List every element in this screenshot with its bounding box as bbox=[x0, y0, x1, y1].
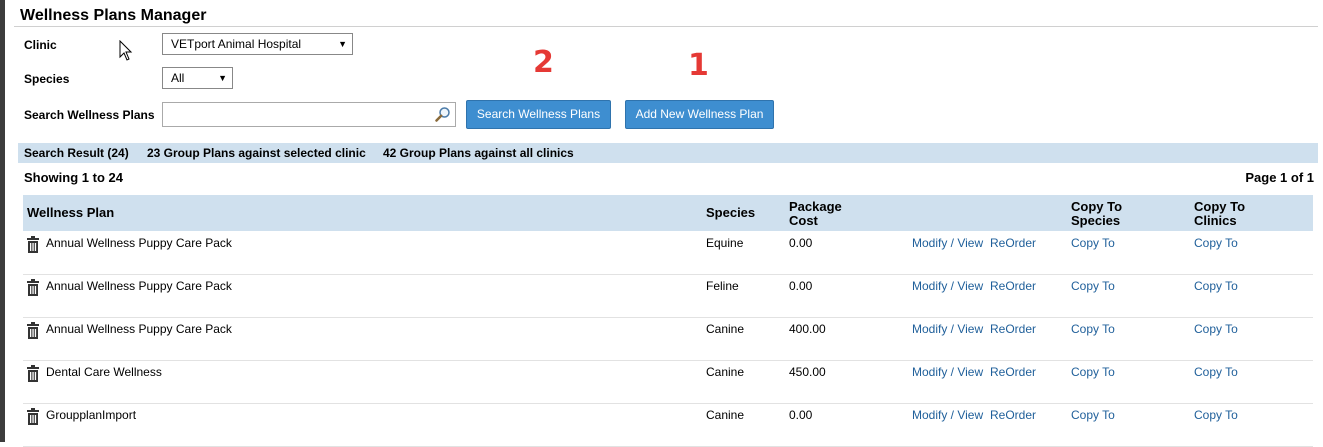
copy-to-clinics-link[interactable]: Copy To bbox=[1194, 322, 1238, 336]
header-copy-to-clinics-line1: Copy To bbox=[1194, 199, 1246, 214]
table-row: Annual Wellness Puppy Care Pack Canine 400… bbox=[23, 317, 1313, 361]
magnifier-icon[interactable] bbox=[435, 106, 451, 122]
title-divider bbox=[14, 26, 1318, 27]
modify-view-link[interactable]: Modify / View bbox=[912, 236, 983, 250]
copy-to-clinics-link[interactable]: Copy To bbox=[1194, 408, 1238, 422]
clinic-select-value: VETport Animal Hospital bbox=[171, 37, 302, 51]
header-species: Species bbox=[706, 205, 756, 220]
plan-name: Annual Wellness Puppy Care Pack bbox=[46, 322, 232, 336]
result-count: Search Result (24) bbox=[24, 146, 129, 160]
table-header: Wellness Plan Species Package Cost Copy … bbox=[23, 195, 1313, 231]
plan-cost: 0.00 bbox=[789, 236, 813, 250]
plan-name: Annual Wellness Puppy Care Pack bbox=[46, 279, 232, 293]
plan-name: Annual Wellness Puppy Care Pack bbox=[46, 236, 232, 250]
header-copy-to-clinics: Copy To Clinics bbox=[1194, 200, 1245, 228]
annotation-number: 2 bbox=[533, 45, 554, 80]
copy-to-species-link[interactable]: Copy To bbox=[1071, 322, 1115, 336]
header-package-cost-line1: Package bbox=[789, 199, 842, 214]
plan-name: Dental Care Wellness bbox=[46, 365, 162, 379]
search-wellness-plans-button[interactable]: Search Wellness Plans bbox=[466, 100, 611, 129]
trash-icon[interactable] bbox=[26, 322, 40, 339]
window-left-border bbox=[0, 0, 5, 442]
add-new-wellness-plan-button[interactable]: Add New Wellness Plan bbox=[625, 100, 774, 129]
trash-icon[interactable] bbox=[26, 236, 40, 253]
plan-cost: 0.00 bbox=[789, 408, 813, 422]
copy-to-species-link[interactable]: Copy To bbox=[1071, 279, 1115, 293]
header-package-cost-line2: Cost bbox=[789, 213, 818, 228]
header-copy-to-species-line2: Species bbox=[1071, 213, 1121, 228]
reorder-link[interactable]: ReOrder bbox=[990, 365, 1036, 379]
reorder-link[interactable]: ReOrder bbox=[990, 236, 1036, 250]
search-label: Search Wellness Plans bbox=[24, 108, 155, 122]
copy-to-clinics-link[interactable]: Copy To bbox=[1194, 279, 1238, 293]
table-row: Annual Wellness Puppy Care Pack Feline 0.0… bbox=[23, 274, 1313, 318]
table-row: GroupplanImport Canine 0.00 Modify / View Re… bbox=[23, 403, 1313, 447]
copy-to-species-link[interactable]: Copy To bbox=[1071, 236, 1115, 250]
showing-range: Showing 1 to 24 bbox=[24, 170, 123, 185]
copy-to-clinics-link[interactable]: Copy To bbox=[1194, 236, 1238, 250]
search-result-bar: Search Result (24) 23 Group Plans agains… bbox=[18, 143, 1318, 163]
trash-icon[interactable] bbox=[26, 365, 40, 382]
table-row: Annual Wellness Puppy Care Pack Equine 0.0… bbox=[23, 231, 1313, 275]
page-info: Page 1 of 1 bbox=[1245, 170, 1314, 185]
selected-clinic-count: 23 Group Plans against selected clinic bbox=[147, 146, 366, 160]
copy-to-clinics-link[interactable]: Copy To bbox=[1194, 365, 1238, 379]
plan-cost: 0.00 bbox=[789, 279, 813, 293]
copy-to-species-link[interactable]: Copy To bbox=[1071, 365, 1115, 379]
reorder-link[interactable]: ReOrder bbox=[990, 408, 1036, 422]
reorder-link[interactable]: ReOrder bbox=[990, 279, 1036, 293]
plan-species: Equine bbox=[706, 236, 744, 250]
species-label: Species bbox=[24, 72, 70, 86]
reorder-link[interactable]: ReOrder bbox=[990, 322, 1036, 336]
annotation-number: 1 bbox=[688, 48, 709, 83]
trash-icon[interactable] bbox=[26, 408, 40, 425]
header-copy-to-species: Copy To Species bbox=[1071, 200, 1122, 228]
header-package-cost: Package Cost bbox=[789, 200, 842, 228]
modify-view-link[interactable]: Modify / View bbox=[912, 322, 983, 336]
chevron-down-icon: ▼ bbox=[338, 39, 347, 49]
plan-species: Feline bbox=[706, 279, 739, 293]
page-title: Wellness Plans Manager bbox=[20, 7, 207, 24]
chevron-down-icon: ▼ bbox=[218, 73, 227, 83]
modify-view-link[interactable]: Modify / View bbox=[912, 279, 983, 293]
header-copy-to-clinics-line2: Clinics bbox=[1194, 213, 1237, 228]
header-copy-to-species-line1: Copy To bbox=[1071, 199, 1123, 214]
species-select[interactable]: All ▼ bbox=[162, 67, 233, 89]
all-clinics-count: 42 Group Plans against all clinics bbox=[383, 146, 574, 160]
plan-species: Canine bbox=[706, 322, 745, 336]
plan-cost: 400.00 bbox=[789, 322, 826, 336]
mouse-pointer-icon bbox=[119, 40, 133, 61]
search-input[interactable] bbox=[162, 102, 456, 127]
species-select-value: All bbox=[171, 71, 185, 85]
modify-view-link[interactable]: Modify / View bbox=[912, 408, 983, 422]
plan-species: Canine bbox=[706, 365, 745, 379]
clinic-label: Clinic bbox=[24, 38, 57, 52]
trash-icon[interactable] bbox=[26, 279, 40, 296]
plan-name: GroupplanImport bbox=[46, 408, 137, 422]
plan-cost: 450.00 bbox=[789, 365, 826, 379]
copy-to-species-link[interactable]: Copy To bbox=[1071, 408, 1115, 422]
header-wellness-plan: Wellness Plan bbox=[27, 205, 115, 220]
clinic-select[interactable]: VETport Animal Hospital ▼ bbox=[162, 33, 353, 55]
plan-species: Canine bbox=[706, 408, 745, 422]
modify-view-link[interactable]: Modify / View bbox=[912, 365, 983, 379]
table-row: Dental Care Wellness Canine 450.00 Modify /… bbox=[23, 360, 1313, 404]
